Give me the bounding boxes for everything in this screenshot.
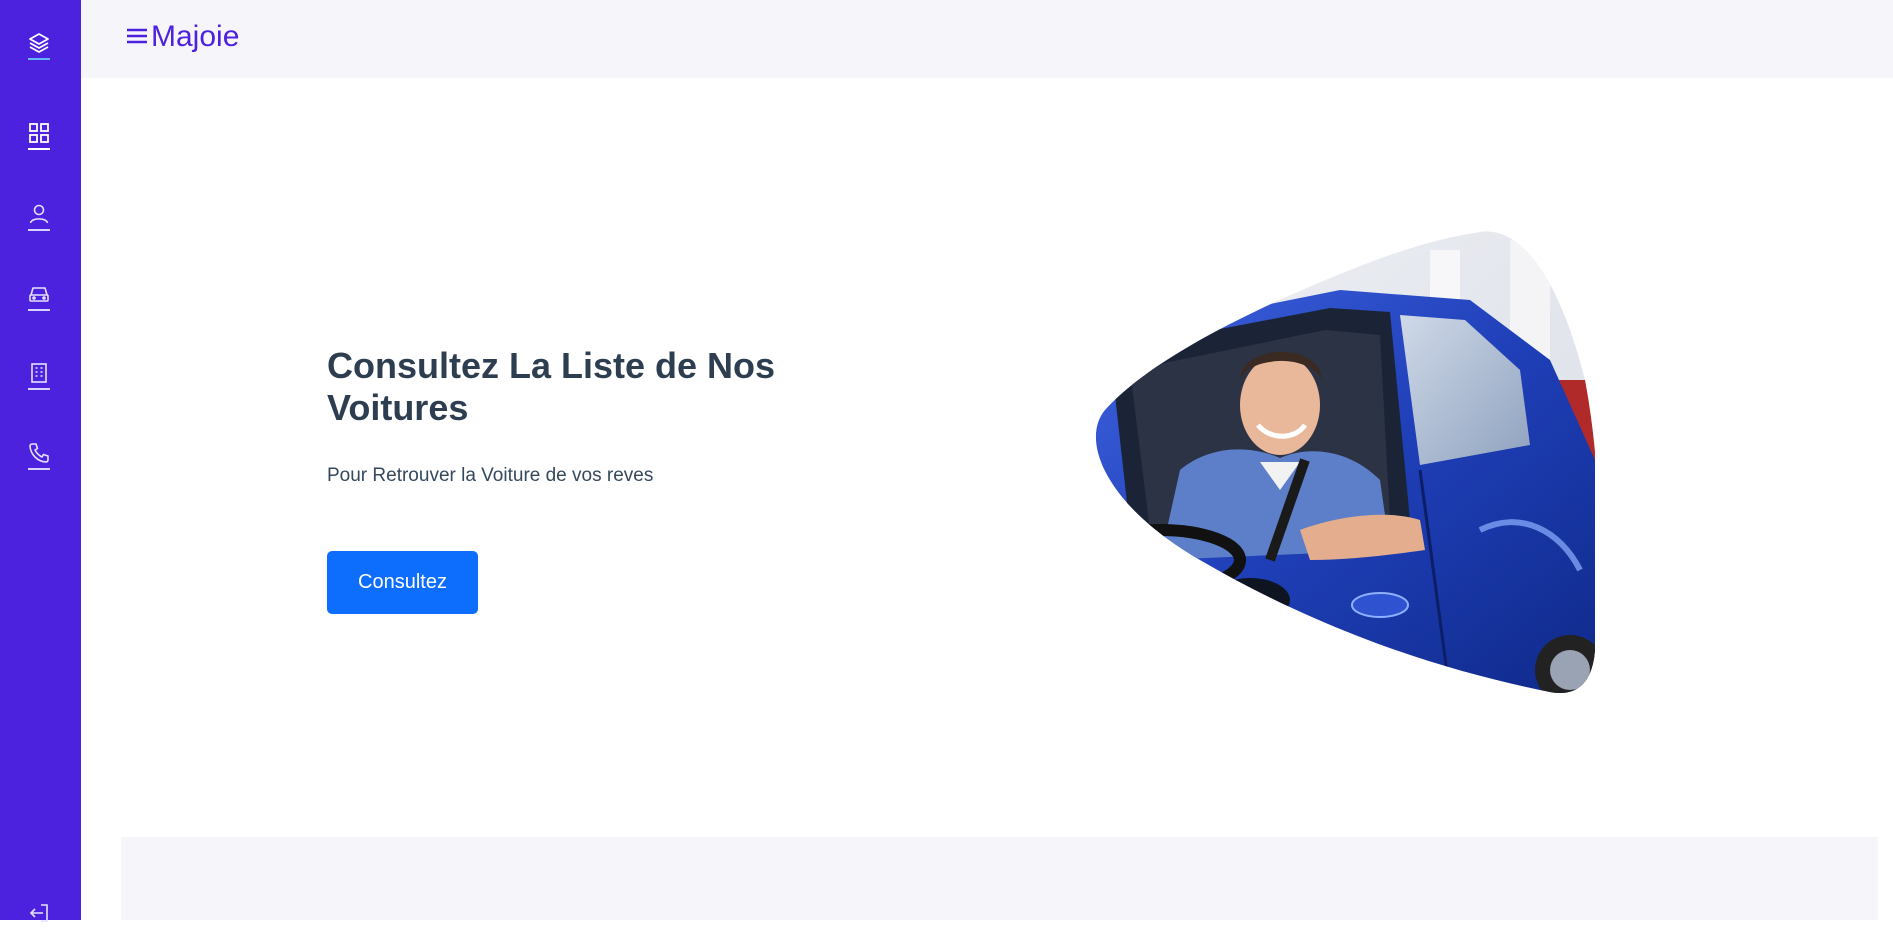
topbar: Majoie — [81, 0, 1893, 78]
bottom-panel — [121, 837, 1878, 920]
app-brand[interactable]: Majoie — [151, 20, 239, 54]
building-icon[interactable] — [24, 358, 54, 390]
layers-icon[interactable] — [24, 28, 54, 60]
car-icon[interactable] — [24, 279, 54, 311]
phone-icon[interactable] — [24, 438, 54, 470]
logout-icon[interactable] — [24, 898, 54, 928]
sidebar — [0, 0, 81, 922]
dashboard-grid-icon[interactable] — [24, 118, 54, 150]
hero-subtitle: Pour Retrouver la Voiture de vos reves — [327, 465, 654, 486]
user-icon[interactable] — [24, 199, 54, 231]
hamburger-menu-icon[interactable] — [126, 26, 148, 48]
consult-button[interactable]: Consultez — [327, 551, 478, 614]
hero-title: Consultez La Liste de Nos Voitures — [327, 345, 776, 428]
hero-car-image — [1090, 230, 1600, 695]
